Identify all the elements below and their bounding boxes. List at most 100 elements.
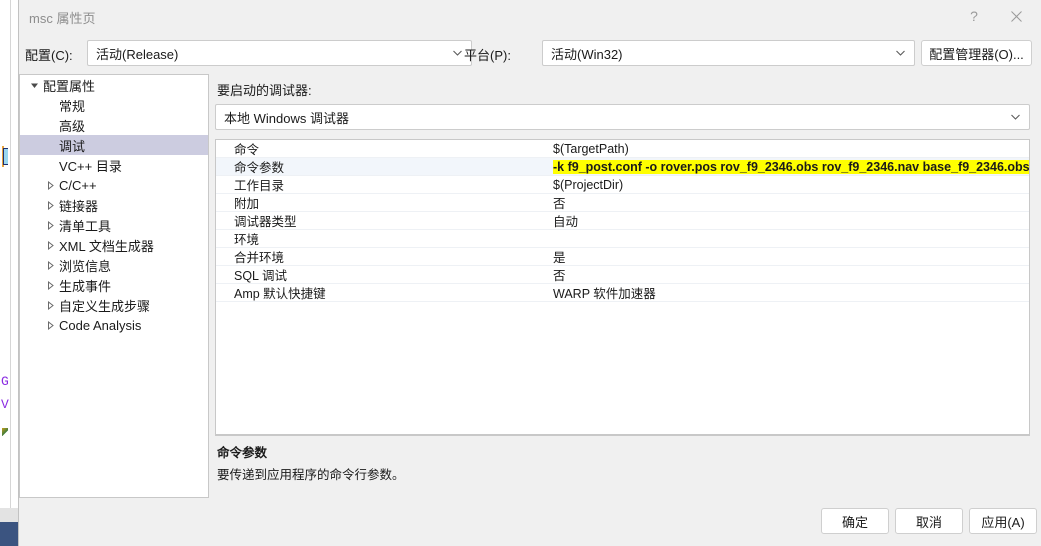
debugger-launch-label: 要启动的调试器: bbox=[217, 83, 312, 98]
tree-item[interactable]: XML 文档生成器 bbox=[20, 235, 208, 255]
configuration-bar: 配置(C): 活动(Release) 平台(P): 活动(Win32) 配置管理… bbox=[19, 38, 1041, 68]
property-value[interactable]: $(ProjectDir) bbox=[552, 178, 1029, 192]
property-value[interactable]: 否 bbox=[552, 193, 1029, 212]
property-value-text: 自动 bbox=[553, 215, 579, 229]
help-button[interactable]: ? bbox=[953, 1, 995, 31]
property-content-area: 要启动的调试器: 本地 Windows 调试器 命令 $(TargetPath) 命… bbox=[215, 74, 1032, 498]
tree-item[interactable]: Code Analysis bbox=[20, 315, 208, 335]
tree-item[interactable]: VC++ 目录 bbox=[20, 155, 208, 175]
tree-item[interactable]: 生成事件 bbox=[20, 275, 208, 295]
chevron-right-icon[interactable] bbox=[42, 180, 58, 190]
tree-item-label: 生成事件 bbox=[59, 278, 112, 294]
dialog-title: msc 属性页 bbox=[29, 11, 96, 26]
tree-item[interactable]: 调试 bbox=[20, 135, 208, 155]
dialog-footer: 确定 取消 应用(A) bbox=[19, 504, 1041, 546]
configuration-dropdown[interactable]: 活动(Release) bbox=[87, 40, 472, 66]
chevron-right-icon[interactable] bbox=[42, 300, 58, 310]
property-row[interactable]: 调试器类型 自动 bbox=[216, 212, 1029, 230]
configuration-label: 配置(C): bbox=[25, 48, 73, 63]
chevron-right-icon[interactable] bbox=[42, 280, 58, 290]
tree-item-label: 配置属性 bbox=[43, 78, 96, 94]
property-row[interactable]: 附加 否 bbox=[216, 194, 1029, 212]
chevron-down-icon[interactable] bbox=[26, 81, 42, 90]
apply-button[interactable]: 应用(A) bbox=[969, 508, 1037, 534]
chevron-right-icon[interactable] bbox=[42, 200, 58, 210]
chevron-right-icon[interactable] bbox=[42, 260, 58, 270]
platform-dropdown[interactable]: 活动(Win32) bbox=[542, 40, 915, 66]
tree-item[interactable]: C/C++ bbox=[20, 175, 208, 195]
tree-item-label: Code Analysis bbox=[59, 317, 142, 333]
property-name: Amp 默认快捷键 bbox=[234, 287, 326, 301]
property-row[interactable]: SQL 调试 否 bbox=[216, 266, 1029, 284]
property-value[interactable]: $(TargetPath) bbox=[552, 142, 1029, 156]
property-value[interactable]: 自动 bbox=[552, 211, 1029, 230]
tree-item-label: XML 文档生成器 bbox=[59, 238, 154, 254]
property-value[interactable]: 是 bbox=[552, 247, 1029, 266]
description-body: 要传递到应用程序的命令行参数。 bbox=[217, 468, 405, 482]
property-value-text: $(TargetPath) bbox=[553, 141, 629, 156]
property-value[interactable]: 否 bbox=[552, 265, 1029, 284]
close-icon bbox=[1010, 10, 1022, 22]
tree-item-label: C/C++ bbox=[59, 177, 97, 193]
editor-status-strip bbox=[0, 508, 18, 522]
property-value-text: WARP 软件加速器 bbox=[553, 287, 656, 301]
chevron-down-icon bbox=[896, 50, 905, 56]
tree-item-label: 常规 bbox=[59, 98, 86, 114]
property-value[interactable]: WARP 软件加速器 bbox=[552, 283, 1029, 302]
property-grid[interactable]: 命令 $(TargetPath) 命令参数 -k f9_post.conf -o ro… bbox=[215, 139, 1030, 435]
property-value[interactable]: -k f9_post.conf -o rover.pos rov_f9_2346… bbox=[552, 159, 1029, 174]
close-button[interactable] bbox=[995, 1, 1037, 31]
tree-item-label: 清单工具 bbox=[59, 218, 112, 234]
ok-button[interactable]: 确定 bbox=[821, 508, 889, 534]
property-row[interactable]: 命令 $(TargetPath) bbox=[216, 140, 1029, 158]
property-description-panel: 命令参数 要传递到应用程序的命令行参数。 bbox=[215, 435, 1030, 498]
debugger-select-value: 本地 Windows 调试器 bbox=[224, 110, 349, 126]
property-name: 环境 bbox=[234, 233, 260, 247]
property-value-text: 否 bbox=[553, 269, 566, 283]
editor-change-marker bbox=[2, 428, 8, 436]
editor-bracket-glyph bbox=[3, 148, 8, 165]
tree-item[interactable]: 高级 bbox=[20, 115, 208, 135]
property-value-text: $(ProjectDir) bbox=[553, 177, 624, 192]
background-editor-strip: G V bbox=[0, 0, 18, 546]
property-row[interactable]: 命令参数 -k f9_post.conf -o rover.pos rov_f9_… bbox=[216, 158, 1029, 176]
debugger-select-dropdown[interactable]: 本地 Windows 调试器 bbox=[215, 104, 1030, 130]
cancel-button[interactable]: 取消 bbox=[895, 508, 963, 534]
property-row[interactable]: 环境 bbox=[216, 230, 1029, 248]
tree-item[interactable]: 清单工具 bbox=[20, 215, 208, 235]
property-tree[interactable]: 配置属性常规高级调试 VC++ 目录 C/C++ 链接器清单工具 XML 文档生成器 浏览… bbox=[19, 74, 209, 498]
property-name: SQL 调试 bbox=[234, 269, 288, 283]
tree-item[interactable]: 浏览信息 bbox=[20, 255, 208, 275]
editor-taskbar-strip bbox=[0, 522, 18, 546]
dialog-window: msc 属性页 ? 配置(C): 活动(Release) 平台(P): 活动(W… bbox=[18, 0, 1041, 546]
tree-item[interactable]: 配置属性 bbox=[20, 75, 208, 95]
chevron-right-icon[interactable] bbox=[42, 220, 58, 230]
property-row[interactable]: 工作目录 $(ProjectDir) bbox=[216, 176, 1029, 194]
platform-label: 平台(P): bbox=[464, 48, 511, 63]
property-name: 工作目录 bbox=[234, 179, 285, 193]
chevron-right-icon[interactable] bbox=[42, 240, 58, 250]
editor-glyph-g: G bbox=[1, 374, 9, 389]
configuration-value: 活动(Release) bbox=[96, 46, 179, 62]
tree-item-label: 自定义生成步骤 bbox=[59, 298, 151, 314]
chevron-down-icon bbox=[453, 50, 462, 56]
dialog-titlebar: msc 属性页 ? bbox=[19, 0, 1041, 32]
tree-item-label: 高级 bbox=[59, 118, 86, 134]
property-name: 调试器类型 bbox=[234, 215, 297, 229]
property-name: 合并环境 bbox=[234, 251, 285, 265]
tree-item[interactable]: 链接器 bbox=[20, 195, 208, 215]
property-name: 命令 bbox=[234, 143, 260, 157]
chevron-down-icon bbox=[1011, 114, 1020, 120]
property-row[interactable]: Amp 默认快捷键 WARP 软件加速器 bbox=[216, 284, 1029, 302]
tree-item[interactable]: 常规 bbox=[20, 95, 208, 115]
property-row[interactable]: 合并环境 是 bbox=[216, 248, 1029, 266]
property-value-text: 否 bbox=[553, 197, 566, 211]
tree-item-label: 链接器 bbox=[59, 198, 99, 214]
chevron-right-icon[interactable] bbox=[42, 320, 58, 330]
configuration-manager-button[interactable]: 配置管理器(O)... bbox=[921, 40, 1032, 66]
tree-item-label: 调试 bbox=[59, 138, 86, 154]
tree-item[interactable]: 自定义生成步骤 bbox=[20, 295, 208, 315]
tree-item-label: VC++ 目录 bbox=[59, 158, 122, 174]
titlebar-buttons: ? bbox=[953, 0, 1037, 32]
property-name: 命令参数 bbox=[234, 161, 285, 175]
